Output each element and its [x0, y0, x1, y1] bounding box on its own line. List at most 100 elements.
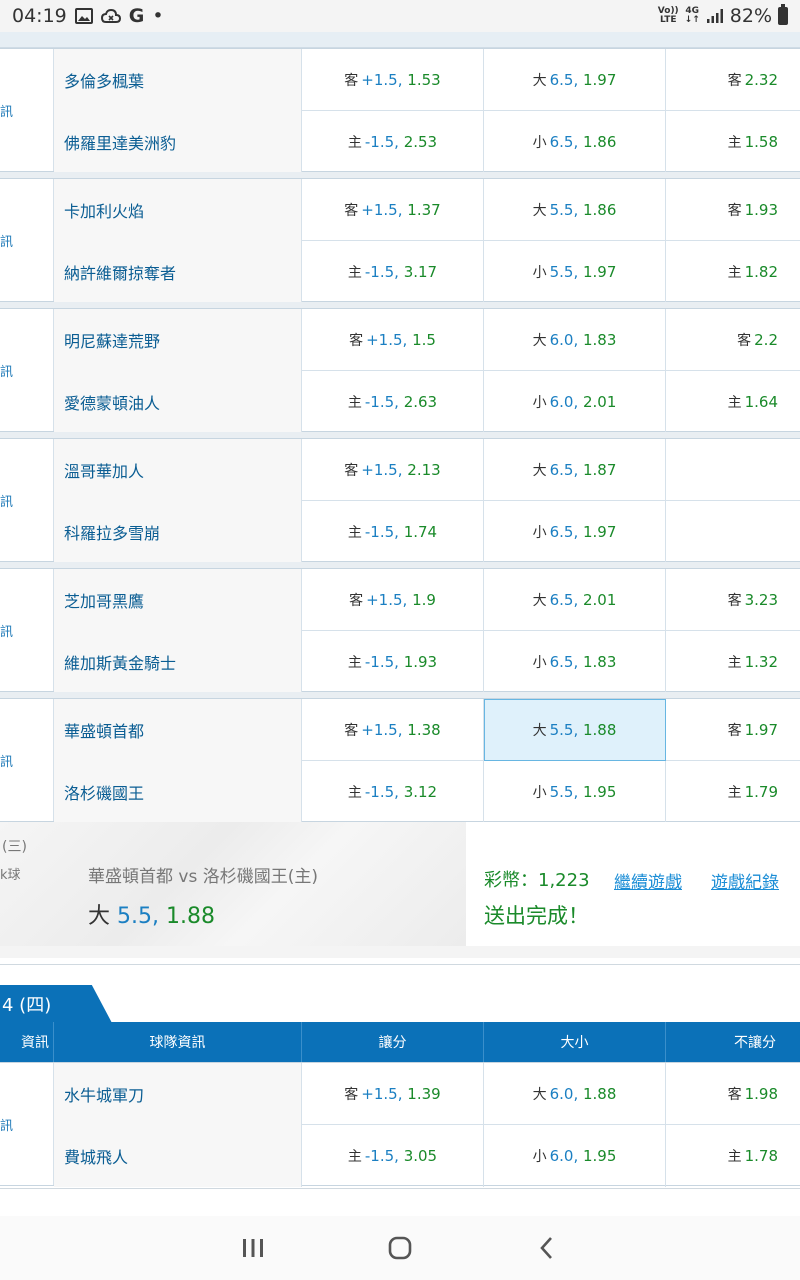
table-header: 資訊 球隊資訊 讓分 大小 不讓分 [0, 1022, 800, 1062]
odds-side-label: 小 [532, 265, 547, 281]
header-handicap: 讓分 [302, 1022, 484, 1062]
match-info-link[interactable]: 訊 [0, 439, 54, 561]
odds-side-label: 大 [532, 723, 547, 739]
over-under-odds-button[interactable]: 大 6.0, 1.83 [484, 309, 666, 371]
moneyline-odds-button[interactable]: 客 3.23 [666, 569, 800, 631]
over-under-odds-button[interactable]: 大 6.5, 2.01 [484, 569, 666, 631]
odds-value: 3.23 [744, 591, 778, 609]
over-under-odds-button[interactable]: 小 6.0, 1.95 [484, 1125, 666, 1187]
odds-line: 5.5, [549, 201, 579, 219]
match-group: 訊明尼蘇達荒野客 +1.5, 1.5 大 6.0, 1.83 客 2.2 愛德蒙頓油人主 -1… [0, 308, 800, 433]
header-team: 球隊資訊 [54, 1022, 302, 1062]
match-group: 訊卡加利火焰客 +1.5, 1.37 大 5.5, 1.86 客 1.93 納許維爾掠奪者主… [0, 178, 800, 303]
odds-side-label: 小 [532, 135, 547, 151]
handicap-odds-button[interactable]: 主 -1.5, 3.05 [302, 1125, 484, 1187]
odds-side-label: 主 [727, 135, 742, 151]
moneyline-odds-button[interactable]: 客 1.93 [666, 179, 800, 241]
back-button[interactable] [517, 1228, 577, 1268]
odds-value: 1.93 [403, 653, 438, 671]
bet-summary: (三) k球 華盛頓首都 vs 洛杉磯國王(主) 大 5.5, 1.88 [0, 822, 466, 946]
handicap-odds-button[interactable]: 客 +1.5, 1.37 [302, 179, 484, 241]
odds-value: 1.95 [583, 783, 617, 801]
handicap-odds-button[interactable]: 客 +1.5, 2.13 [302, 439, 484, 501]
moneyline-odds-button[interactable]: 主 1.64 [666, 371, 800, 433]
cloud-icon [100, 8, 121, 24]
match-info-link[interactable]: 訊 [0, 1063, 54, 1185]
continue-game-link[interactable]: 繼續遊戲 [614, 868, 682, 893]
over-under-odds-button[interactable]: 小 6.0, 2.01 [484, 371, 666, 433]
day-tab[interactable]: 4 (四) [0, 985, 112, 1023]
moneyline-odds-button[interactable]: 客 1.97 [666, 699, 800, 761]
over-under-odds-button[interactable]: 小 5.5, 1.95 [484, 761, 666, 823]
over-under-odds-button[interactable]: 小 6.5, 1.97 [484, 501, 666, 563]
odds-side-label: 大 [532, 73, 547, 89]
handicap-odds-button[interactable]: 客 +1.5, 1.38 [302, 699, 484, 761]
over-under-odds-button[interactable]: 大 5.5, 1.88 [484, 699, 666, 761]
navigation-bar [0, 1216, 800, 1280]
handicap-odds-button[interactable]: 客 +1.5, 1.5 [302, 309, 484, 371]
handicap-odds-button[interactable]: 主 -1.5, 1.74 [302, 501, 484, 563]
odds-value: 3.05 [403, 1147, 438, 1165]
moneyline-odds-button[interactable]: 客 2.2 [666, 309, 800, 371]
odds-side-label: 客 [727, 723, 742, 739]
over-under-odds-button[interactable]: 大 6.5, 1.87 [484, 439, 666, 501]
odds-side-label: 客 [727, 203, 742, 219]
match-info-link[interactable]: 訊 [0, 699, 54, 821]
header-moneyline: 不讓分 [734, 1035, 776, 1051]
match-info-link[interactable]: 訊 [0, 179, 54, 301]
recent-apps-button[interactable] [223, 1228, 283, 1268]
over-under-odds-button[interactable]: 大 5.5, 1.86 [484, 179, 666, 241]
bet-sport: k球 [0, 868, 21, 883]
status-bar: 04:19 G • Vo)) LTE 4G ↓↑ 82% [0, 0, 800, 32]
over-under-odds-button[interactable]: 大 6.0, 1.88 [484, 1063, 666, 1125]
handicap-odds-button[interactable]: 客 +1.5, 1.9 [302, 569, 484, 631]
moneyline-odds-button[interactable]: 客 1.98 [666, 1063, 800, 1125]
moneyline-odds-button[interactable]: 主 1.58 [666, 111, 800, 173]
moneyline-odds-button[interactable] [666, 439, 800, 501]
odds-value: 1.93 [744, 201, 778, 219]
handicap-odds-button[interactable]: 客 +1.5, 1.39 [302, 1063, 484, 1125]
odds-value: 1.38 [407, 721, 441, 739]
odds-value: 2.32 [744, 71, 778, 89]
odds-value: 2.63 [403, 393, 438, 411]
handicap-odds-button[interactable]: 主 -1.5, 1.93 [302, 631, 484, 693]
match-info-link[interactable]: 訊 [0, 569, 54, 691]
team-name: 水牛城軍刀 [54, 1063, 302, 1125]
coin-balance: 彩幣：1,223 [484, 870, 590, 891]
handicap-odds-button[interactable]: 主 -1.5, 2.63 [302, 371, 484, 433]
handicap-odds-button[interactable]: 主 -1.5, 2.53 [302, 111, 484, 173]
odds-side-label: 小 [532, 1149, 547, 1165]
home-icon [388, 1236, 412, 1260]
home-button[interactable] [370, 1228, 430, 1268]
game-history-link[interactable]: 遊戲紀錄 [711, 868, 779, 893]
bet-date: (三) [2, 839, 27, 855]
table-row: 納許維爾掠奪者主 -1.5, 3.17 小 5.5, 1.97 主 1.82 [54, 241, 800, 303]
dot-icon: • [152, 5, 164, 27]
odds-value: 1.58 [744, 133, 778, 151]
match-group: 訊水牛城軍刀客 +1.5, 1.39 大 6.0, 1.88 客 1.98 費城飛人主 -1.… [0, 1062, 800, 1187]
over-under-odds-button[interactable]: 小 5.5, 1.97 [484, 241, 666, 303]
moneyline-odds-button[interactable]: 主 1.82 [666, 241, 800, 303]
moneyline-odds-button[interactable] [666, 501, 800, 563]
handicap-odds-button[interactable]: 主 -1.5, 3.17 [302, 241, 484, 303]
over-under-odds-button[interactable]: 小 6.5, 1.86 [484, 111, 666, 173]
handicap-odds-button[interactable]: 客 +1.5, 1.53 [302, 49, 484, 111]
team-name: 明尼蘇達荒野 [54, 309, 302, 371]
moneyline-odds-button[interactable]: 主 1.78 [666, 1125, 800, 1187]
handicap-odds-button[interactable]: 主 -1.5, 3.12 [302, 761, 484, 823]
odds-side-label: 主 [727, 785, 742, 801]
table-row: 維加斯黃金騎士主 -1.5, 1.93 小 6.5, 1.83 主 1.32 [54, 631, 800, 693]
moneyline-odds-button[interactable]: 主 1.79 [666, 761, 800, 823]
match-info-link[interactable]: 訊 [0, 49, 54, 171]
volte-bottom: LTE [659, 15, 677, 25]
moneyline-odds-button[interactable]: 客 2.32 [666, 49, 800, 111]
odds-side-label: 大 [532, 203, 547, 219]
odds-side-label: 客 [344, 723, 359, 739]
over-under-odds-button[interactable]: 大 6.5, 1.97 [484, 49, 666, 111]
over-under-odds-button[interactable]: 小 6.5, 1.83 [484, 631, 666, 693]
team-name: 華盛頓首都 [54, 699, 302, 761]
match-info-link[interactable]: 訊 [0, 309, 54, 431]
bet-match: 華盛頓首都 vs 洛杉磯國王(主) [88, 867, 318, 887]
header-info: 資訊 [0, 1022, 54, 1062]
moneyline-odds-button[interactable]: 主 1.32 [666, 631, 800, 693]
